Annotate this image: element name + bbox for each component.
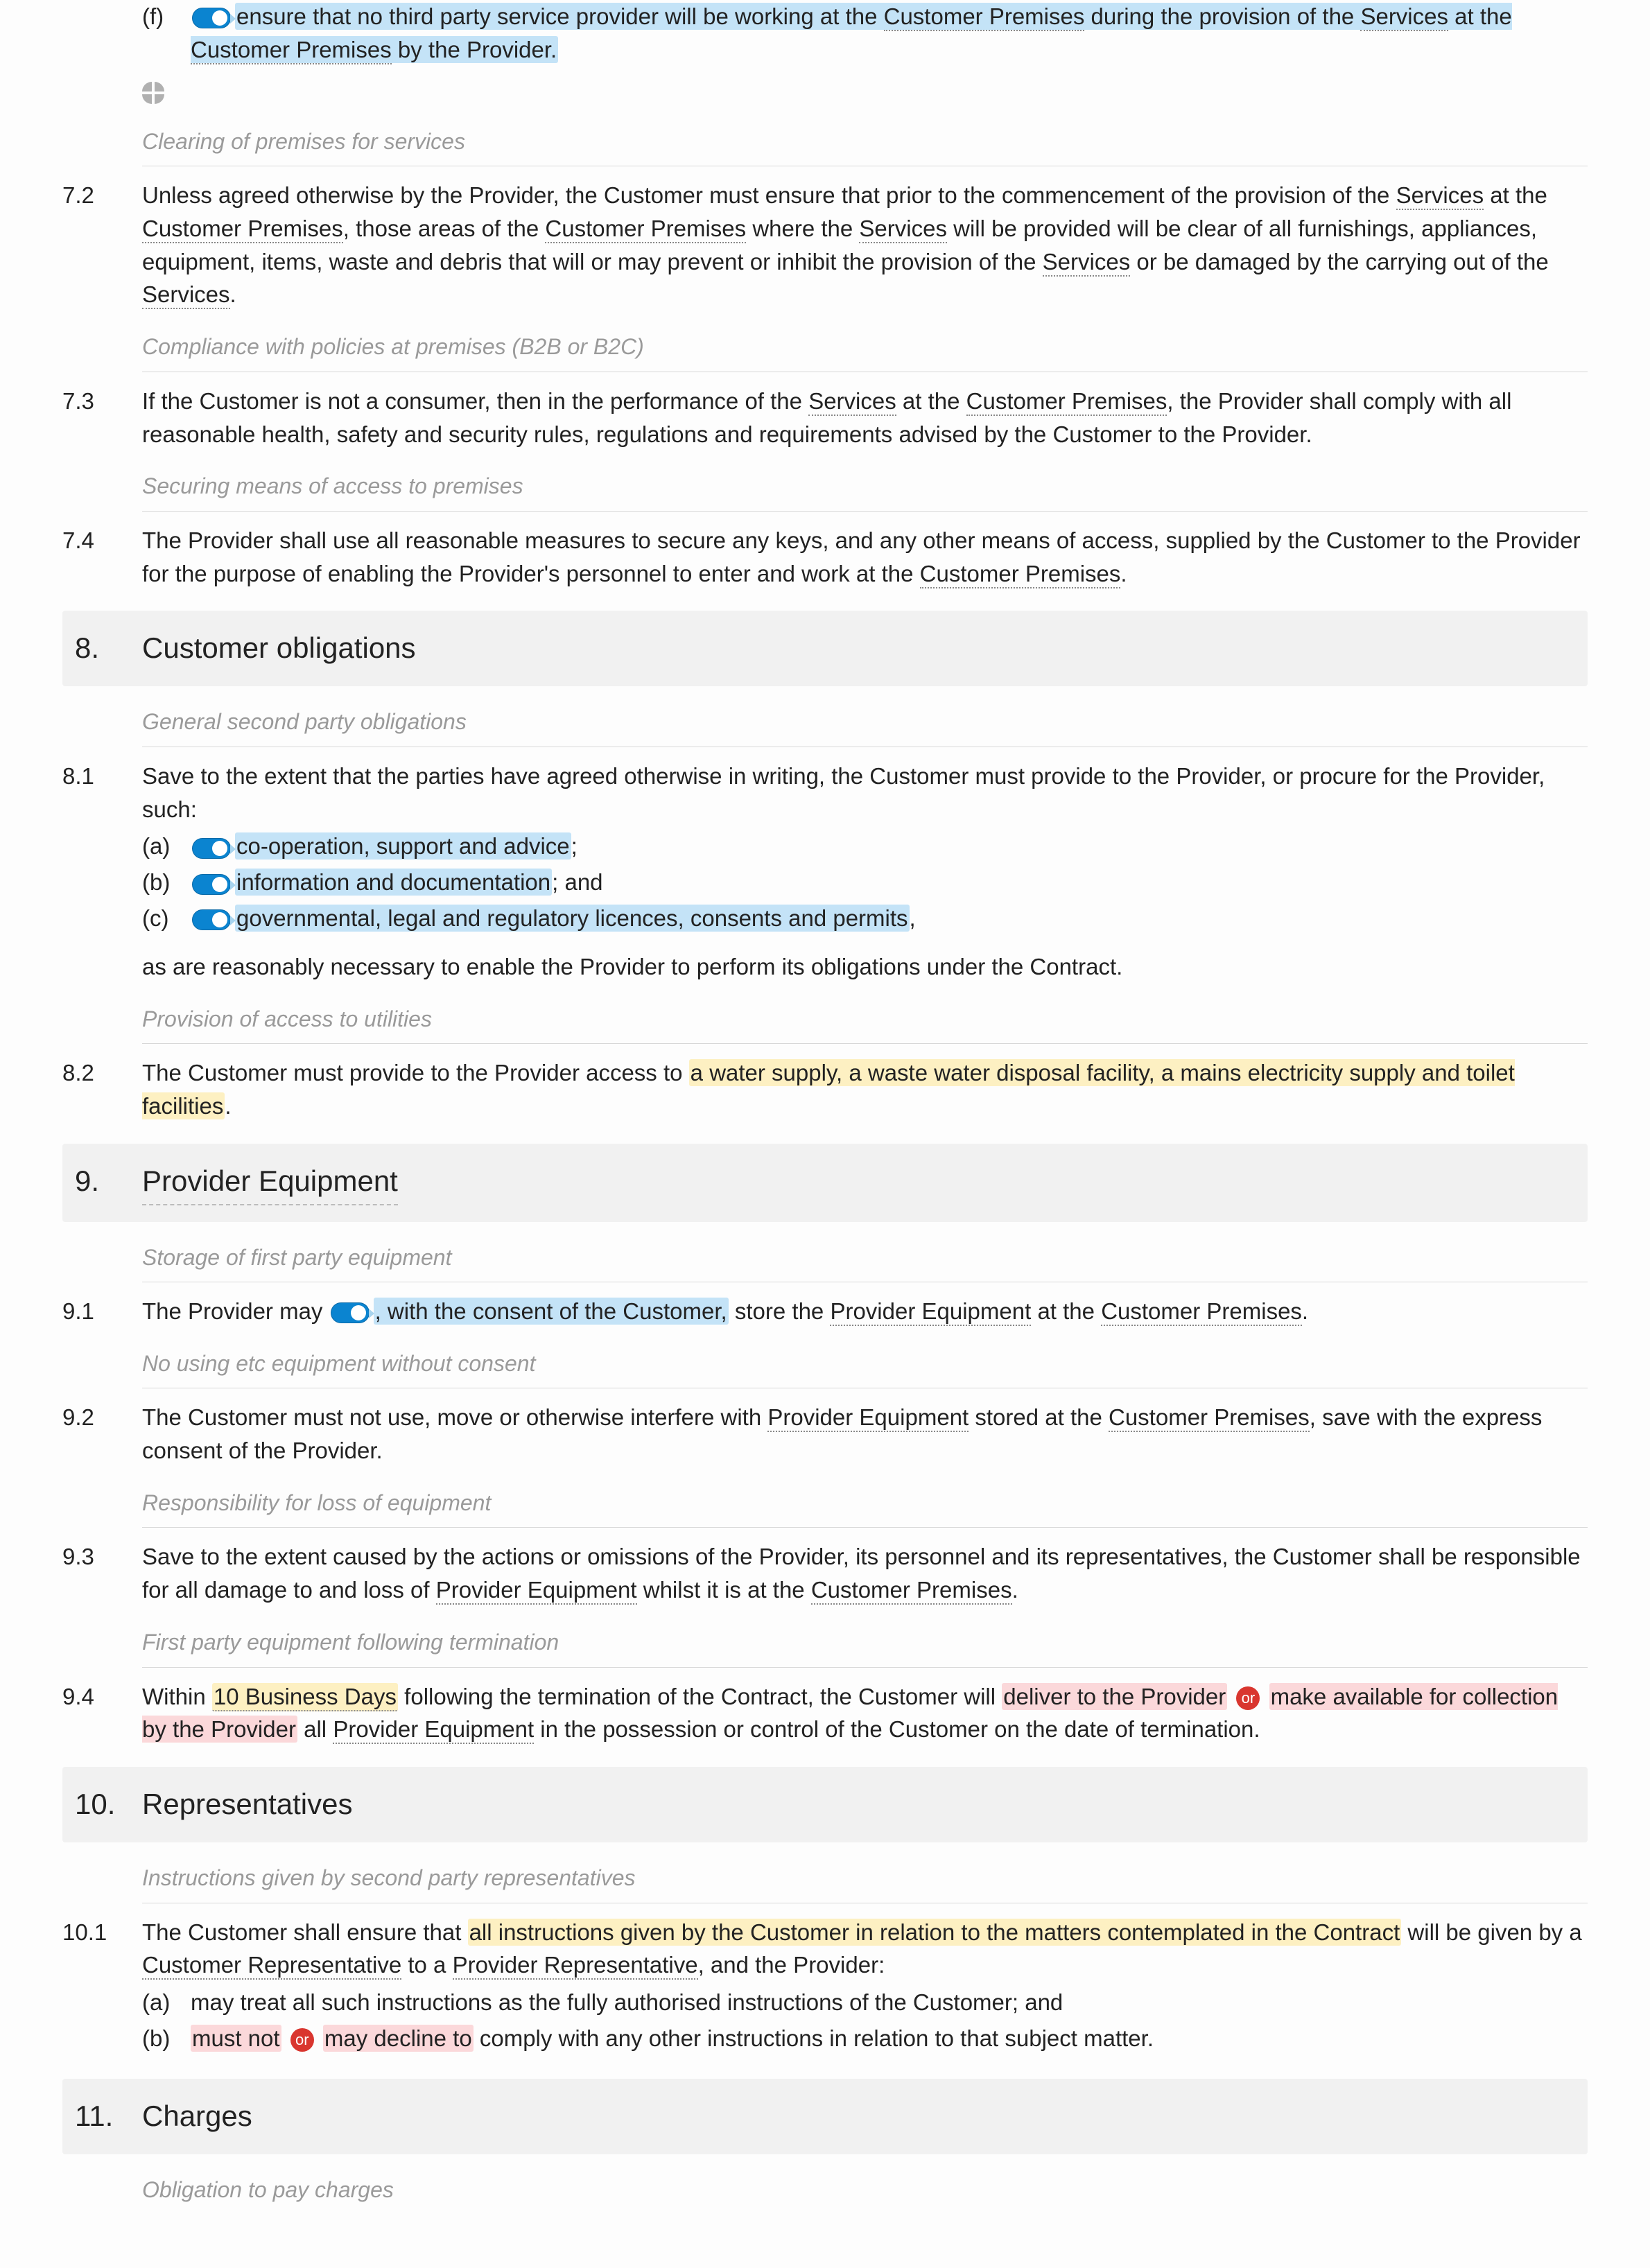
sub-text: ensure that no third party service provi… (191, 0, 1588, 67)
clause-body: Within 10 Business Days following the te… (142, 1680, 1588, 1747)
note-heading: Storage of first party equipment (142, 1235, 1588, 1282)
section-number: 10. (75, 1783, 142, 1826)
defined-term-customer-premises[interactable]: Customer Premises (1101, 1298, 1302, 1326)
clause-7-3: 7.3 If the Customer is not a consumer, t… (62, 385, 1588, 451)
or-badge-icon[interactable]: or (290, 2028, 314, 2052)
defined-term-provider-equipment[interactable]: Provider Equipment (333, 1716, 534, 1744)
clause-body: Save to the extent caused by the actions… (142, 1540, 1588, 1607)
section-9-header: 9. Provider Equipment (62, 1144, 1588, 1222)
note-heading: Obligation to pay charges (142, 2167, 1588, 2214)
section-10-header: 10. Representatives (62, 1767, 1588, 1842)
defined-term-services[interactable]: Services (859, 216, 947, 243)
clause-body: The Provider may , with the consent of t… (142, 1295, 1588, 1328)
defined-term-provider-equipment[interactable]: Provider Equipment (767, 1404, 969, 1432)
note-heading: Compliance with policies at premises (B2… (142, 324, 1588, 372)
clause-number: 8.1 (62, 760, 142, 984)
clause-body: The Customer shall ensure that all instr… (142, 1916, 1588, 2058)
defined-term-services[interactable]: Services (1396, 182, 1484, 210)
list-item: (c) governmental, legal and regulatory l… (142, 902, 1588, 935)
clause-number: 9.2 (62, 1401, 142, 1467)
defined-term-customer-premises[interactable]: Customer Premises (966, 388, 1167, 416)
list-item: (b) information and documentation; and (142, 866, 1588, 899)
clause-body: If the Customer is not a consumer, then … (142, 385, 1588, 451)
defined-term-customer-premises[interactable]: Customer Premises (811, 1577, 1012, 1605)
clause-9-1: 9.1 The Provider may , with the consent … (62, 1295, 1588, 1328)
target-icon[interactable] (142, 82, 164, 104)
note-heading: Responsibility for loss of equipment (142, 1480, 1588, 1528)
section-11-header: 11. Charges (62, 2079, 1588, 2154)
clause-number: 9.1 (62, 1295, 142, 1328)
defined-term-customer-premises[interactable]: Customer Premises (884, 3, 1085, 31)
list-item: (a) may treat all such instructions as t… (142, 1986, 1588, 2019)
clause-body: The Provider shall use all reasonable me… (142, 524, 1588, 591)
defined-term-customer-premises[interactable]: Customer Premises (545, 216, 746, 243)
defined-term-services[interactable]: Services (1360, 3, 1448, 31)
clause-8-2: 8.2 The Customer must provide to the Pro… (62, 1056, 1588, 1123)
option-text[interactable]: may decline to (323, 2025, 474, 2052)
clause-number: 10.1 (62, 1916, 142, 2058)
note-heading: First party equipment following terminat… (142, 1619, 1588, 1667)
clause-body: The Customer must provide to the Provide… (142, 1056, 1588, 1123)
clause-body: The Customer must not use, move or other… (142, 1401, 1588, 1467)
section-number: 9. (75, 1160, 142, 1205)
note-heading: Securing means of access to premises (142, 463, 1588, 511)
defined-term-customer-premises[interactable]: Customer Premises (1109, 1404, 1310, 1432)
editable-field[interactable]: 10 Business Days (212, 1683, 398, 1711)
toggle-icon[interactable] (192, 874, 231, 895)
toggle-icon[interactable] (331, 1302, 370, 1323)
note-heading: No using etc equipment without consent (142, 1341, 1588, 1388)
clause-9-2: 9.2 The Customer must not use, move or o… (62, 1401, 1588, 1467)
note-heading: Clearing of premises for services (142, 119, 1588, 166)
section-title: Charges (142, 2095, 252, 2138)
list-item: (b) must not or may decline to comply wi… (142, 2022, 1588, 2055)
defined-term-services[interactable]: Services (1043, 249, 1131, 277)
toggle-icon[interactable] (192, 8, 231, 28)
section-title: Customer obligations (142, 627, 416, 670)
or-badge-icon[interactable]: or (1236, 1686, 1260, 1710)
clause-number: 9.3 (62, 1540, 142, 1607)
clause-body: Unless agreed otherwise by the Provider,… (142, 179, 1588, 311)
clause-number: 7.3 (62, 385, 142, 451)
section-8-header: 8. Customer obligations (62, 611, 1588, 686)
defined-term-provider-equipment[interactable]: Provider Equipment (436, 1577, 637, 1605)
clause-number: 8.2 (62, 1056, 142, 1123)
note-heading: General second party obligations (142, 699, 1588, 747)
defined-term-customer-premises[interactable]: Customer Premises (920, 561, 1121, 588)
section-number: 11. (75, 2095, 142, 2138)
clause-10-1: 10.1 The Customer shall ensure that all … (62, 1916, 1588, 2058)
section-title: Representatives (142, 1783, 353, 1826)
toggle-icon[interactable] (192, 838, 231, 859)
clause-8-1: 8.1 Save to the extent that the parties … (62, 760, 1588, 984)
toggle-icon[interactable] (192, 909, 231, 930)
defined-term-customer-representative[interactable]: Customer Representative (142, 1952, 401, 1980)
clause-number: 7.4 (62, 524, 142, 591)
editable-field[interactable]: all instructions given by the Customer i… (468, 1919, 1402, 1946)
defined-term-provider-representative[interactable]: Provider Representative (453, 1952, 698, 1980)
defined-term-services[interactable]: Services (142, 281, 230, 309)
list-item: (a) co-operation, support and advice; (142, 830, 1588, 863)
clause-7-4: 7.4 The Provider shall use all reasonabl… (62, 524, 1588, 591)
clause-number: 7.2 (62, 179, 142, 311)
section-title[interactable]: Provider Equipment (142, 1160, 398, 1205)
clause-body: Save to the extent that the parties have… (142, 760, 1588, 984)
clause-7-2: 7.2 Unless agreed otherwise by the Provi… (62, 179, 1588, 311)
clause-7-1-f: (f) ensure that no third party service p… (142, 0, 1588, 119)
defined-term-services[interactable]: Services (808, 388, 896, 416)
option-text[interactable]: must not (191, 2025, 281, 2052)
note-heading: Provision of access to utilities (142, 996, 1588, 1044)
clause-number: 9.4 (62, 1680, 142, 1747)
option-text[interactable]: deliver to the Provider (1002, 1683, 1227, 1710)
clause-9-3: 9.3 Save to the extent caused by the act… (62, 1540, 1588, 1607)
sub-letter: (f) (142, 0, 191, 67)
defined-term-customer-premises[interactable]: Customer Premises (191, 37, 392, 64)
note-heading: Instructions given by second party repre… (142, 1855, 1588, 1903)
clause-9-4: 9.4 Within 10 Business Days following th… (62, 1680, 1588, 1747)
section-number: 8. (75, 627, 142, 670)
defined-term-provider-equipment[interactable]: Provider Equipment (830, 1298, 1031, 1326)
defined-term-customer-premises[interactable]: Customer Premises (142, 216, 343, 243)
